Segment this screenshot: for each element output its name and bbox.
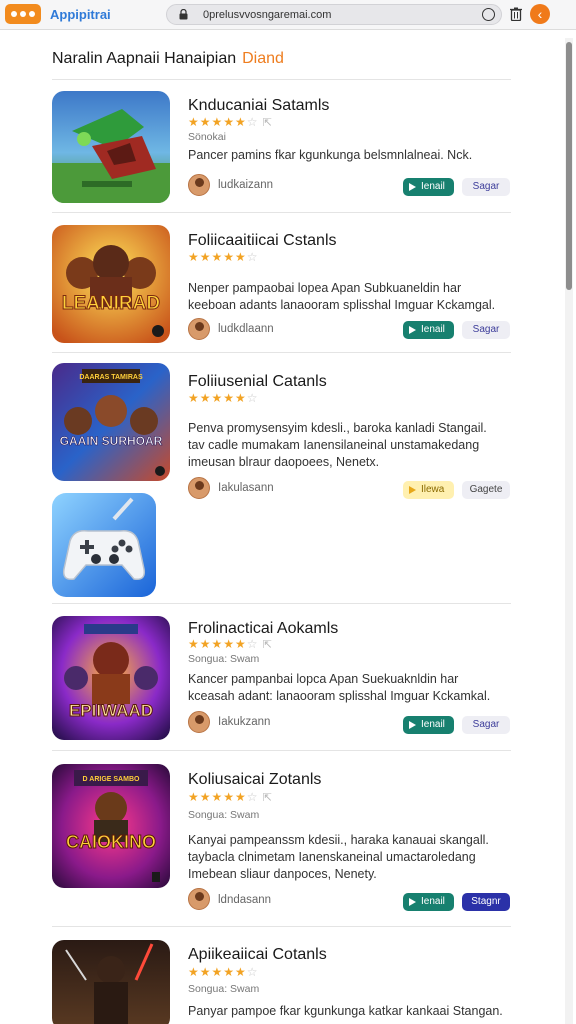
rating-stars: ★★★★★☆	[188, 391, 259, 405]
app-description: Penva promysensyim kdesli., baroka kanla…	[188, 420, 508, 471]
description-line: taybacla clnimetam Ianenskaneinal umacta…	[188, 850, 476, 864]
author-name[interactable]: ludkdlaann	[218, 323, 274, 335]
app-list-item[interactable]: D ARIGE SAMBO CAIOKINO Koliusaicai Zotan…	[52, 764, 511, 927]
avatar[interactable]	[188, 711, 210, 733]
description-line: Nenper pampaobai lopea Apan Subkuaneldin…	[188, 281, 462, 295]
thumbnail-caption: LEANIRAD	[62, 293, 160, 314]
description-line: Pancer pamins fkar kgunkunga belsmnlalne…	[188, 148, 473, 162]
install-button[interactable]: Ienail	[403, 716, 454, 734]
divider	[52, 750, 511, 751]
app-meta: Songua: Swam	[188, 983, 260, 995]
save-button[interactable]: Sagar	[462, 178, 510, 196]
share-icon[interactable]: ⇱	[263, 792, 273, 804]
page-title-accent[interactable]: Diand	[242, 50, 284, 67]
app-list-item[interactable]: EPIIWAAD Frolinacticai Aokamls ★★★★★☆ ⇱ S…	[52, 616, 511, 751]
app-title[interactable]: Foliiusenial Catanls	[188, 373, 327, 391]
app-description: Kanyai pampeanssm kdesii., haraka kanaua…	[188, 832, 508, 883]
save-button[interactable]: Sagar	[462, 321, 510, 339]
ninja-game-icon[interactable]	[52, 940, 170, 1024]
app-meta: Sönokai	[188, 131, 226, 143]
view-button[interactable]: Ilewa	[403, 481, 454, 499]
divider	[52, 926, 511, 927]
gamepad-icon[interactable]	[52, 493, 156, 597]
author-name[interactable]: Iakukzann	[218, 716, 270, 728]
app-name: Appipitrai	[50, 7, 111, 22]
app-description: Panyar pampoe fkar kgunkunga katkar kank…	[188, 1003, 508, 1020]
url-text: 0prelusvvosngaremai.com	[203, 9, 332, 21]
app-description: Kancer pampanbai lopca Apan Suekuaknldin…	[188, 671, 508, 705]
description-line: imeusan blraur daopoees, Nenetx.	[188, 455, 380, 469]
install-button[interactable]: Ienail	[403, 321, 454, 339]
address-bar[interactable]: 0prelusvvosngaremai.com	[166, 4, 502, 25]
app-list-item[interactable]: Apiikeaiicai Cotanls ★★★★★☆ Songua: Swam…	[52, 940, 511, 1024]
rating-stars: ★★★★★☆ ⇱	[188, 790, 273, 804]
description-line: keeboan adants lanaooram splisshal Imgua…	[188, 298, 496, 312]
rating-stars: ★★★★★☆	[188, 965, 259, 979]
reload-icon[interactable]	[482, 8, 495, 21]
app-description: Nenper pampaobai lopea Apan Subkuaneldin…	[188, 280, 508, 314]
back-arrow-icon[interactable]: ‹	[530, 4, 550, 24]
save-button[interactable]: Sagar	[462, 716, 510, 734]
scrollbar-thumb[interactable]	[566, 42, 572, 290]
app-title[interactable]: Knducaniai Satamls	[188, 97, 329, 115]
app-logo-icon[interactable]	[5, 4, 41, 24]
author-name[interactable]: ludkaizann	[218, 179, 273, 191]
install-button[interactable]: Ienail	[403, 178, 454, 196]
app-title[interactable]: Koliusaicai Zotanls	[188, 771, 321, 789]
rating-stars: ★★★★★☆ ⇱	[188, 637, 273, 651]
save-button[interactable]: Gagete	[462, 481, 510, 499]
green-dragon-game-icon[interactable]	[52, 91, 170, 203]
rating-stars: ★★★★★☆	[188, 250, 259, 264]
browser-toolbar: Appipitrai 0prelusvvosngaremai.com ‹	[0, 0, 576, 30]
thumbnail-badge: D ARIGE SAMBO	[83, 776, 140, 783]
app-title[interactable]: Apiikeaiicai Cotanls	[188, 946, 327, 964]
thumbnail-caption: CAIOKINO	[66, 832, 156, 852]
avatar[interactable]	[188, 174, 210, 196]
author-name[interactable]: ldndasann	[218, 894, 271, 906]
divider	[52, 352, 511, 353]
divider	[52, 212, 511, 213]
app-list-item[interactable]: Knducaniai Satamls ★★★★★☆ ⇱ Sönokai Pance…	[52, 91, 511, 213]
avatar[interactable]	[188, 888, 210, 910]
avatar[interactable]	[188, 477, 210, 499]
divider	[52, 79, 511, 80]
thumbnail-badge: DAARAS TAMIRAS	[79, 374, 143, 381]
app-description: Pancer pamins fkar kgunkunga belsmnlalne…	[188, 147, 508, 164]
thumbnail-caption: EPIIWAAD	[69, 701, 153, 720]
description-line: kceasah adant: lanaooram splisshal Imgua…	[188, 689, 491, 703]
description-line: Penva promysensyim kdesli., baroka kanla…	[188, 421, 487, 435]
share-icon[interactable]: ⇱	[263, 639, 273, 651]
app-meta: Songua: Swam	[188, 653, 260, 665]
rating-stars: ★★★★★☆ ⇱	[188, 115, 273, 129]
lock-icon	[179, 9, 188, 20]
share-icon[interactable]: ⇱	[263, 117, 273, 129]
description-line: Imebean sliaur danpoces, Nenety.	[188, 867, 377, 881]
battle-game-icon[interactable]: DAARAS TAMIRAS GAAIN SURHOAR	[52, 363, 170, 481]
avatar[interactable]	[188, 318, 210, 340]
save-button[interactable]: Stagnr	[462, 893, 510, 911]
description-line: tav cadle mumakam Ianensilaneinal unstam…	[188, 438, 480, 452]
page-title-text: Naralin Aapnaii Hanaipian	[52, 50, 237, 67]
install-button[interactable]: Ienail	[403, 893, 454, 911]
casino-game-icon[interactable]: D ARIGE SAMBO CAIOKINO	[52, 764, 170, 888]
description-line: Kanyai pampeanssm kdesii., haraka kanaua…	[188, 833, 489, 847]
page-title: Naralin Aapnaii Hanaipian Diand	[52, 50, 284, 68]
app-title[interactable]: Foliicaaitiicai Cstanls	[188, 232, 337, 250]
author-name[interactable]: Iakulasann	[218, 482, 274, 494]
hero-game-icon[interactable]: EPIIWAAD	[52, 616, 170, 740]
app-title[interactable]: Frolinacticai Aokamls	[188, 620, 338, 638]
thumbnail-caption: GAAIN SURHOAR	[60, 434, 163, 448]
warrior-game-icon[interactable]: LEANIRAD	[52, 225, 170, 343]
description-line: Panyar pampoe fkar kgunkunga katkar kank…	[188, 1004, 503, 1018]
app-list-item[interactable]: LEANIRAD Foliicaaitiicai Cstanls ★★★★★☆ …	[52, 225, 511, 353]
trash-icon[interactable]	[510, 7, 522, 21]
divider	[52, 603, 511, 604]
description-line: Kancer pampanbai lopca Apan Suekuaknldin…	[188, 672, 459, 686]
app-meta: Songua: Swam	[188, 809, 260, 821]
app-list-item[interactable]: DAARAS TAMIRAS GAAIN SURHOAR Foliiusenia…	[52, 363, 511, 604]
